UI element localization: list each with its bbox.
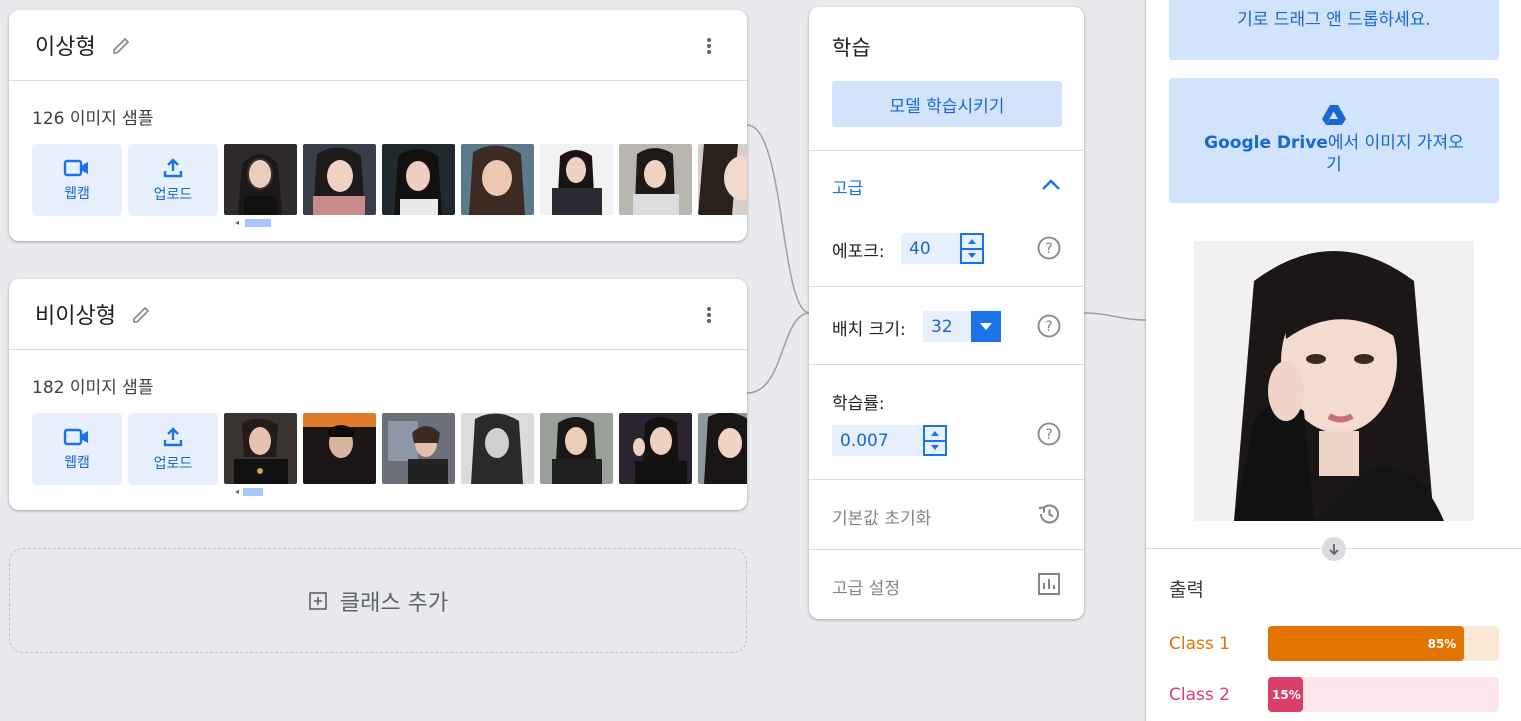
batch-size-select[interactable]: 32 <box>923 311 1001 342</box>
edit-pencil-icon[interactable] <box>110 33 134 57</box>
epochs-label: 에포크: <box>832 242 885 262</box>
thumbnail-scrollbar[interactable]: ◂▸ <box>235 218 747 227</box>
output-class-1-bar: 85% <box>1268 626 1499 661</box>
thumbnail-scrollbar[interactable]: ◂▸ <box>235 487 747 496</box>
help-icon[interactable]: ? <box>1037 422 1061 446</box>
sample-image[interactable] <box>461 144 534 215</box>
sample-image[interactable] <box>382 144 455 215</box>
sample-image[interactable] <box>461 413 534 484</box>
class-name[interactable]: 이상형 <box>35 29 96 61</box>
sample-count: 126 이미지 샘플 <box>32 109 154 129</box>
webcam-button[interactable]: 웹캠 <box>32 144 122 216</box>
upload-icon <box>163 427 183 447</box>
bar-chart-icon[interactable] <box>1036 571 1062 597</box>
output-class-2-bar: 15% <box>1268 677 1499 712</box>
output-class-1-label: Class 1 <box>1169 634 1230 654</box>
chevron-up-icon[interactable] <box>1039 175 1063 195</box>
webcam-icon <box>63 428 88 446</box>
sample-thumbnails <box>224 413 747 485</box>
sample-image[interactable] <box>698 413 747 484</box>
sample-image[interactable] <box>224 413 297 484</box>
output-title: 출력 <box>1169 579 1204 601</box>
learning-rate-label: 학습률: <box>832 394 885 414</box>
history-icon[interactable] <box>1036 501 1062 527</box>
class-card-2: 비이상형 182 이미지 샘플 웹캠 업로드 ◂▸ <box>9 279 747 510</box>
google-drive-icon <box>1322 105 1346 125</box>
edit-pencil-icon[interactable] <box>130 302 154 326</box>
upload-button[interactable]: 업로드 <box>128 144 218 216</box>
upload-icon <box>163 158 183 178</box>
sample-image[interactable] <box>540 144 613 215</box>
svg-text:?: ? <box>1045 427 1052 443</box>
sample-image[interactable] <box>303 413 376 484</box>
training-title: 학습 <box>832 36 871 60</box>
more-options-icon[interactable] <box>701 34 717 58</box>
learning-rate-input[interactable]: 0.007 <box>832 425 947 456</box>
svg-text:?: ? <box>1045 319 1052 335</box>
class-card-1: 이상형 126 이미지 샘플 웹캠 업로드 ◂▸ <box>9 10 747 241</box>
dropdown-arrow-icon[interactable] <box>971 311 1001 342</box>
output-class-2-fill: 15% <box>1268 677 1303 712</box>
epochs-spinner[interactable] <box>960 233 984 264</box>
output-class-1-fill: 85% <box>1268 626 1465 661</box>
sample-image[interactable] <box>303 144 376 215</box>
help-icon[interactable]: ? <box>1037 236 1061 260</box>
epochs-input[interactable]: 40 <box>901 233 984 264</box>
advanced-toggle[interactable]: 고급 <box>832 174 863 199</box>
help-icon[interactable]: ? <box>1037 314 1061 338</box>
advanced-settings-button[interactable]: 고급 설정 <box>832 574 900 599</box>
class-name[interactable]: 비이상형 <box>35 298 116 330</box>
svg-text:?: ? <box>1045 241 1052 257</box>
learning-rate-spinner[interactable] <box>923 425 947 456</box>
sample-image[interactable] <box>382 413 455 484</box>
reset-defaults-button[interactable]: 기본값 초기화 <box>832 504 931 529</box>
training-panel: 학습 모델 학습시키기 고급 에포크: 40 ? 배치 크기: 32 ? 학습률… <box>809 7 1084 619</box>
sample-image[interactable] <box>224 144 297 215</box>
google-drive-button[interactable]: Google Drive에서 이미지 가져오기 <box>1169 78 1499 203</box>
preview-panel: 기로 드래그 앤 드롭하세요. Google Drive에서 이미지 가져오기 … <box>1146 0 1521 721</box>
sample-image[interactable] <box>698 144 747 215</box>
preview-image <box>1194 241 1474 521</box>
arrow-down-icon <box>1322 537 1346 561</box>
train-model-button[interactable]: 모델 학습시키기 <box>832 81 1062 127</box>
output-class-2-label: Class 2 <box>1169 685 1230 705</box>
more-options-icon[interactable] <box>701 303 717 327</box>
batch-size-label: 배치 크기: <box>832 320 906 340</box>
sample-image[interactable] <box>619 413 692 484</box>
add-box-icon <box>309 591 327 610</box>
webcam-button[interactable]: 웹캠 <box>32 413 122 485</box>
sample-image[interactable] <box>540 413 613 484</box>
sample-image[interactable] <box>619 144 692 215</box>
add-class-button[interactable]: 클래스 추가 <box>9 548 747 653</box>
upload-button[interactable]: 업로드 <box>128 413 218 485</box>
drag-drop-zone[interactable]: 기로 드래그 앤 드롭하세요. <box>1169 0 1499 60</box>
webcam-icon <box>63 159 88 177</box>
sample-thumbnails <box>224 144 747 216</box>
sample-count: 182 이미지 샘플 <box>32 378 154 398</box>
